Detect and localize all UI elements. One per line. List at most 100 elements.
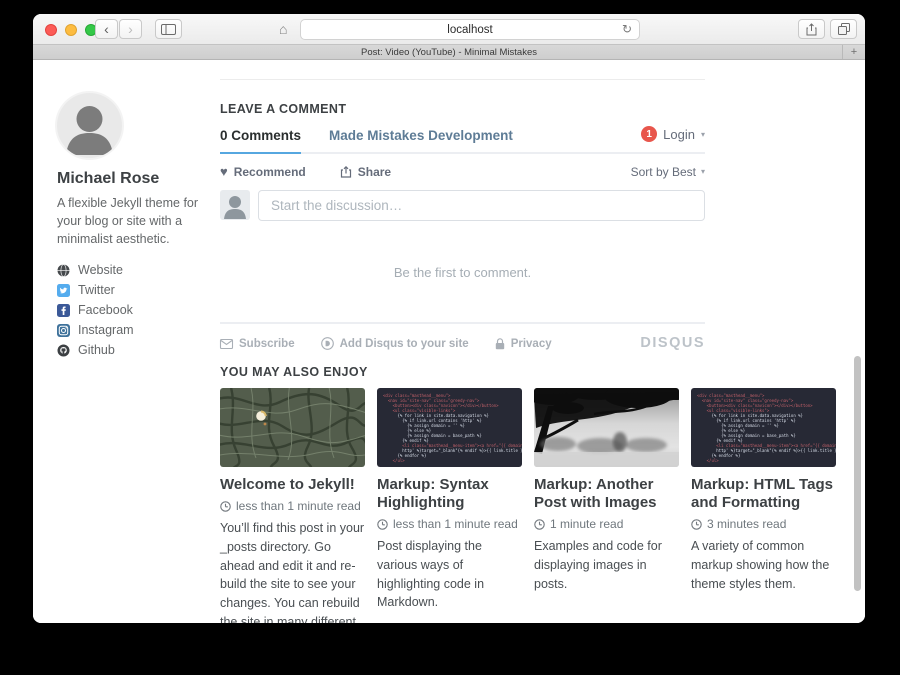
subscribe-link[interactable]: Subscribe bbox=[220, 338, 295, 350]
comment-form bbox=[220, 190, 705, 221]
disqus-actions-row: ♥ Recommend Share Sort by Best ▾ bbox=[220, 164, 705, 179]
lock-icon bbox=[495, 338, 505, 350]
related-post-title[interactable]: Welcome to Jekyll! bbox=[220, 476, 365, 494]
sidebar-link-label: Twitter bbox=[78, 283, 115, 297]
active-tab-title[interactable]: Post: Video (YouTube) - Minimal Mistakes bbox=[361, 47, 537, 58]
vertical-scrollbar[interactable] bbox=[854, 356, 861, 591]
sidebar-link-label: Instagram bbox=[78, 323, 134, 337]
green-foam-photo[interactable] bbox=[220, 388, 365, 467]
green-foam-photo-image bbox=[220, 388, 365, 467]
clock-icon bbox=[377, 519, 388, 530]
disqus-d-icon bbox=[321, 337, 334, 350]
code-screenshot[interactable]: <div class="masthead__menu"> <nav id="si… bbox=[377, 388, 522, 467]
facebook-icon bbox=[57, 304, 70, 317]
sort-label: Sort by Best bbox=[631, 165, 696, 179]
share-label: Share bbox=[358, 165, 391, 179]
subscribe-label: Subscribe bbox=[239, 338, 295, 350]
sidebar-item-twitter[interactable]: Twitter bbox=[57, 283, 207, 297]
misty-trees-photo[interactable] bbox=[534, 388, 679, 467]
author-name: Michael Rose bbox=[57, 170, 207, 188]
share-comments-button[interactable]: Share bbox=[340, 165, 391, 179]
heart-icon: ♥ bbox=[220, 164, 228, 179]
recommend-label: Recommend bbox=[234, 165, 306, 179]
tabs-icon bbox=[838, 23, 850, 35]
read-time-label: 3 minutes read bbox=[707, 517, 786, 531]
share-icon bbox=[806, 23, 817, 36]
sidebar-item-website[interactable]: Website bbox=[57, 263, 207, 277]
sidebar-item-github[interactable]: Github bbox=[57, 343, 207, 357]
sidebar-link-label: Website bbox=[78, 263, 123, 277]
sidebar-icon bbox=[161, 24, 176, 35]
address-bar[interactable]: localhost ↻ bbox=[300, 19, 640, 40]
home-icon[interactable]: ⌂ bbox=[279, 20, 287, 38]
related-heading: YOU MAY ALSO ENJOY bbox=[220, 365, 836, 379]
globe-icon bbox=[57, 264, 70, 277]
related-post-excerpt: Post displaying the various ways of high… bbox=[377, 537, 522, 612]
disqus-footer: Subscribe Add Disqus to your site Privac… bbox=[220, 322, 705, 350]
back-icon: ‹ bbox=[104, 21, 109, 37]
related-post-excerpt: A variety of common markup showing how t… bbox=[691, 537, 836, 593]
new-tab-button[interactable]: + bbox=[842, 45, 865, 59]
back-button[interactable]: ‹ bbox=[95, 19, 118, 39]
related-post-title[interactable]: Markup: Another Post with Images bbox=[534, 476, 679, 512]
sidebar-toggle-button[interactable] bbox=[155, 19, 182, 39]
login-button[interactable]: 1 Login ▾ bbox=[641, 126, 705, 142]
related-post-excerpt: You’ll find this post in your _posts dir… bbox=[220, 519, 365, 623]
recommend-button[interactable]: ♥ Recommend bbox=[220, 164, 306, 179]
related-card: <div class="masthead__menu"> <nav id="si… bbox=[691, 388, 836, 623]
browser-window: ‹ › ⌂ localhost ↻ Post: Video (YouTube) … bbox=[33, 14, 865, 623]
add-disqus-link[interactable]: Add Disqus to your site bbox=[321, 337, 469, 350]
code-screenshot[interactable]: <div class="masthead__menu"> <nav id="si… bbox=[691, 388, 836, 467]
sidebar-link-label: Facebook bbox=[78, 303, 133, 317]
show-all-tabs-button[interactable] bbox=[830, 19, 857, 39]
read-time: 3 minutes read bbox=[691, 517, 836, 531]
related-card: <div class="masthead__menu"> <nav id="si… bbox=[377, 388, 522, 623]
sidebar-item-instagram[interactable]: Instagram bbox=[57, 323, 207, 337]
twitter-icon bbox=[57, 284, 70, 297]
forward-button[interactable]: › bbox=[119, 19, 142, 39]
person-silhouette-icon bbox=[220, 190, 250, 220]
read-time: less than 1 minute read bbox=[220, 499, 365, 513]
read-time-label: less than 1 minute read bbox=[393, 517, 518, 531]
privacy-label: Privacy bbox=[511, 338, 552, 350]
clock-icon bbox=[534, 519, 545, 530]
empty-comments-message: Be the first to comment. bbox=[220, 265, 705, 280]
related-card: Welcome to Jekyll! less than 1 minute re… bbox=[220, 388, 365, 623]
reload-icon[interactable]: ↻ bbox=[622, 22, 632, 36]
tab-comment-count[interactable]: 0 Comments bbox=[220, 128, 301, 154]
close-window-button[interactable] bbox=[45, 24, 57, 36]
related-posts-section: YOU MAY ALSO ENJOY bbox=[220, 365, 836, 623]
instagram-icon bbox=[57, 324, 70, 337]
minimize-window-button[interactable] bbox=[65, 24, 77, 36]
disqus-tabs: 0 Comments Made Mistakes Development 1 L… bbox=[220, 128, 705, 154]
read-time-label: less than 1 minute read bbox=[236, 499, 361, 513]
comment-input[interactable] bbox=[258, 190, 705, 221]
sidebar-item-facebook[interactable]: Facebook bbox=[57, 303, 207, 317]
chevron-down-icon: ▾ bbox=[701, 130, 705, 139]
url-text: localhost bbox=[447, 24, 492, 36]
tab-bar: Post: Video (YouTube) - Minimal Mistakes… bbox=[33, 45, 865, 60]
login-label: Login bbox=[663, 127, 695, 142]
tab-community[interactable]: Made Mistakes Development bbox=[329, 128, 513, 152]
related-post-title[interactable]: Markup: HTML Tags and Formatting bbox=[691, 476, 836, 512]
share-button[interactable] bbox=[798, 19, 825, 39]
read-time-label: 1 minute read bbox=[550, 517, 623, 531]
author-avatar bbox=[57, 93, 122, 158]
related-post-excerpt: Examples and code for displaying images … bbox=[534, 537, 679, 593]
author-sidebar: Michael Rose A flexible Jekyll theme for… bbox=[57, 93, 207, 363]
author-bio: A flexible Jekyll theme for your blog or… bbox=[57, 194, 207, 248]
share-box-icon bbox=[340, 166, 352, 178]
forward-icon: › bbox=[128, 21, 133, 37]
sort-by-best-dropdown[interactable]: Sort by Best ▾ bbox=[631, 165, 705, 179]
commenter-avatar bbox=[220, 190, 250, 220]
page-content: Michael Rose A flexible Jekyll theme for… bbox=[33, 61, 865, 623]
privacy-link[interactable]: Privacy bbox=[495, 338, 552, 350]
notification-badge: 1 bbox=[641, 126, 657, 142]
related-card: Markup: Another Post with Images 1 minut… bbox=[534, 388, 679, 623]
related-post-title[interactable]: Markup: Syntax Highlighting bbox=[377, 476, 522, 512]
read-time: 1 minute read bbox=[534, 517, 679, 531]
envelope-icon bbox=[220, 339, 233, 349]
comments-section: LEAVE A COMMENT 0 Comments Made Mistakes… bbox=[220, 79, 705, 350]
disqus-logo[interactable]: DISQUS bbox=[640, 335, 705, 351]
author-links: Website Twitter Facebook bbox=[57, 263, 207, 357]
